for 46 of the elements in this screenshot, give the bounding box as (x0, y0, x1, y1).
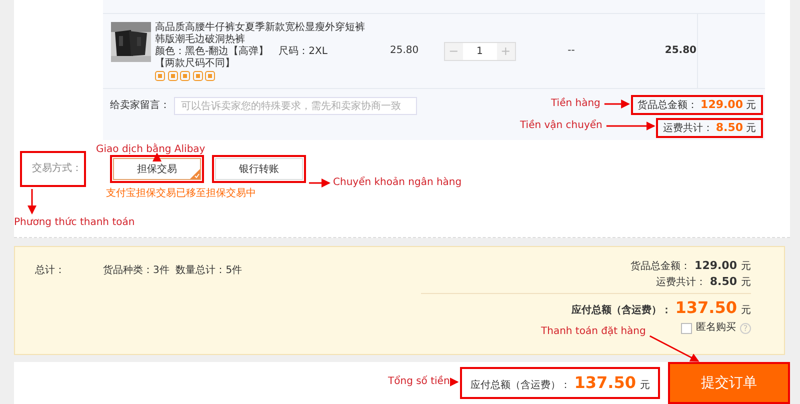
discount-value: -- (568, 44, 575, 57)
annotation-label: Giao dịch bằng Alibay (96, 144, 206, 156)
currency-label: 元 (746, 123, 756, 135)
total-amount: 129.00 (700, 98, 743, 112)
anonymous-label: 匿名购买 (696, 322, 736, 334)
annotation-label: Tiền vận chuyển (520, 120, 602, 132)
total-label: 应付总额（含运费）： (470, 380, 570, 392)
arrow (309, 178, 330, 188)
product-attribute: 尺码：2XL (278, 46, 328, 58)
annotation-label: Tổng số tiền (388, 376, 450, 388)
item-counts: 货品种类：3件 数量总计：5件 (103, 264, 242, 278)
product-attribute: 颜色：黑色-翻边【高弹】 (155, 46, 269, 58)
product-title: 高品质高腰牛仔裤女夏季新款宽松显瘦外穿短裤韩版潮毛边破洞热裤 (155, 22, 366, 46)
help-icon: ? (740, 322, 751, 334)
annotation-label: Tiền hàng (551, 98, 600, 110)
payment-note: 支付宝担保交易已移至担保交易中 (106, 188, 257, 200)
total-amount: 8.50 (716, 121, 743, 134)
anonymous-checkbox[interactable] (681, 322, 692, 334)
grand-total: 137.50 (574, 373, 636, 393)
payment-option[interactable]: 银行转账 (215, 158, 303, 180)
currency-label: 元 (741, 261, 751, 273)
payment-option[interactable]: 担保交易 (113, 158, 201, 180)
total-amount: 129.00 (694, 259, 737, 272)
currency-label: 元 (741, 305, 751, 317)
total-label: 应付总额（含运费）： (571, 305, 672, 317)
check-icon (190, 169, 200, 179)
total-label: 货品总金额： (638, 100, 698, 112)
total-amount: 8.50 (710, 275, 737, 288)
currency-label: 元 (640, 380, 650, 392)
annotation-label: Chuyển khoản ngân hàng (333, 177, 462, 189)
total-label: 运费共计： (662, 123, 713, 135)
payment-label: 交易方式： (32, 163, 82, 174)
total-label: 货品总金额： (630, 261, 691, 273)
summary-label: 总计： (34, 264, 66, 278)
arrow (28, 189, 36, 214)
product-note: 【两款尺码不同】 (155, 58, 236, 70)
message-label: 给卖家留言： (110, 100, 170, 112)
currency-label: 元 (741, 277, 751, 289)
unit-price: 25.80 (390, 44, 420, 57)
annotation-label: Phương thức thanh toán (14, 217, 135, 229)
subtotal-value: 25.80 (664, 44, 697, 57)
currency-label: 元 (746, 100, 756, 112)
grand-total: 137.50 (675, 298, 737, 318)
message-field[interactable]: 可以告诉卖家您的特殊要求，需先和卖家协商一致 (174, 97, 417, 115)
annotation-label: Thanh toán đặt hàng (541, 326, 646, 338)
total-label: 运费共计： (656, 277, 706, 289)
